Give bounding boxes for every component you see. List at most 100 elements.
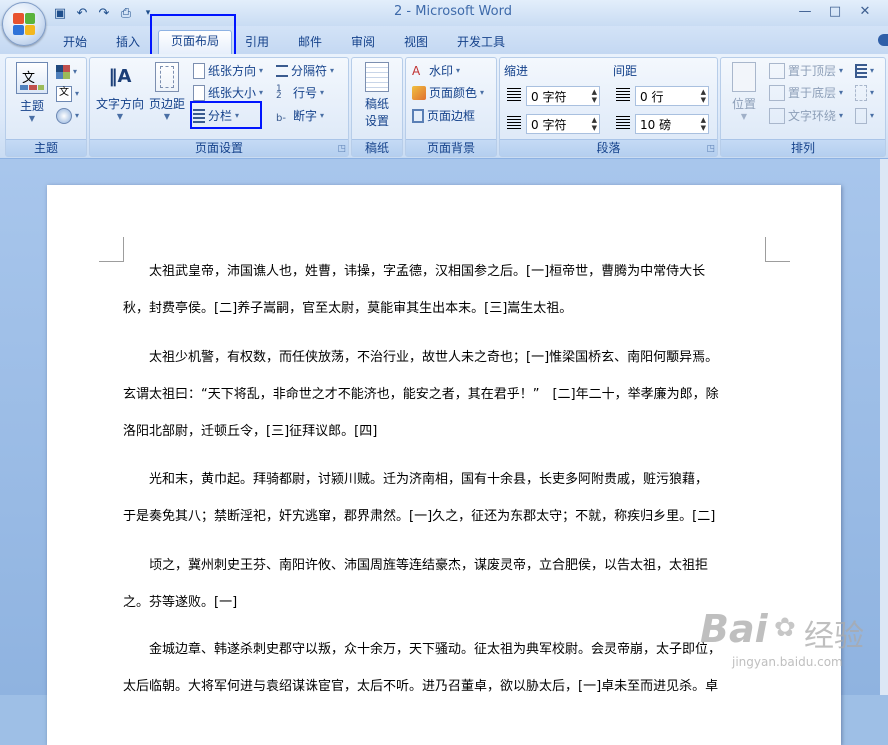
corner-mark-top-left [99, 237, 124, 262]
chevron-down-icon: ▾ [320, 111, 325, 120]
minimize-button[interactable]: — [790, 2, 820, 22]
text-line: 太后临朝。大将军何进与袁绍谋诛宦官，太后不听。进乃召董卓，欲以胁太后，[一]卓未… [123, 679, 719, 694]
spacing-after-input[interactable]: 10 磅 ▲ ▼ [635, 114, 709, 134]
spacing-after-icon [616, 116, 630, 130]
manuscript-paper-icon [365, 62, 389, 92]
margins-button[interactable]: 页边距 ▼ [146, 62, 188, 121]
line-numbers-icon: 12 [276, 84, 282, 101]
page-setup-launcher-icon[interactable]: ◳ [337, 144, 346, 154]
text-line: 秋，封费亭侯。[二]养子嵩嗣，官至太尉，莫能审其生出本末。[三]嵩生太祖。 [123, 301, 573, 316]
tab-view[interactable]: 视图 [396, 32, 436, 54]
columns-label: 分栏 [208, 109, 233, 123]
paper-settings-label-1: 稿纸 [364, 97, 389, 111]
spacing-before-value: 0 行 [640, 90, 664, 104]
group-themes-label: 主题 [6, 139, 86, 156]
margins-label: 页边距 [148, 97, 185, 111]
paper-size-icon [193, 85, 205, 101]
indent-right-input[interactable]: 0 字符 ▲ ▼ [526, 114, 600, 134]
text-direction-icon: ‖A [108, 66, 132, 87]
chevron-down-icon: ▼ [740, 112, 748, 121]
indent-left-value: 0 字符 [531, 90, 567, 104]
orientation-button[interactable]: 纸张方向 ▾ [193, 61, 263, 81]
spinner-arrows-icon[interactable]: ▲ ▼ [592, 88, 597, 104]
text-wrapping-label: 文字环绕 [788, 109, 837, 123]
rotate-icon [855, 108, 867, 124]
spacing-before-input[interactable]: 0 行 ▲ ▼ [635, 86, 709, 106]
bring-to-front-label: 置于顶层 [788, 64, 837, 78]
ribbon-tabs: 开始 插入 页面布局 引用 邮件 审阅 视图 开发工具 [0, 26, 888, 55]
watermark-button[interactable]: A 水印 ▾ [412, 61, 460, 81]
orientation-icon [193, 63, 205, 79]
tab-developer[interactable]: 开发工具 [450, 32, 512, 54]
themes-button-label: 主题 [19, 99, 44, 113]
text-line: 金城边章、韩遂杀刺史郡守以叛，众十余万，天下骚动。征太祖为典军校尉。会灵帝崩，太… [149, 642, 722, 657]
chevron-down-icon: ▾ [320, 88, 325, 97]
office-logo-icon [13, 13, 35, 35]
breaks-button[interactable]: 分隔符 ▾ [276, 61, 334, 81]
paragraph-3[interactable]: 光和末，黄巾起。拜骑都尉，讨颍川贼。迁为济南相，国有十余县，长吏多阿附贵戚，赃污… [123, 461, 765, 535]
spinner-arrows-icon[interactable]: ▲ ▼ [701, 116, 706, 132]
line-numbers-label: 行号 [293, 86, 318, 100]
text-direction-button[interactable]: ‖A 文字方向 ▼ [93, 62, 147, 121]
page-color-label: 页面颜色 [429, 86, 478, 100]
chevron-down-icon: ▾ [235, 111, 240, 120]
send-to-back-icon [769, 85, 785, 101]
chevron-down-icon: ▾ [839, 66, 844, 75]
group-paragraph-label: 段落 [500, 139, 717, 156]
text-wrapping-button[interactable]: 文字环绕 ▾ [769, 106, 843, 126]
window-controls: — □ ✕ [790, 2, 880, 22]
tab-page-layout[interactable]: 页面布局 [158, 30, 232, 55]
spinner-arrows-icon[interactable]: ▲ ▼ [701, 88, 706, 104]
help-icon[interactable] [878, 34, 888, 46]
align-button[interactable]: ▾ [855, 61, 874, 81]
hyphenation-button[interactable]: b- 断字 ▾ [276, 106, 324, 126]
position-button[interactable]: 位置 ▼ [724, 62, 764, 121]
paw-icon: ✿ [774, 613, 796, 643]
line-numbers-button[interactable]: 12 行号 ▾ [276, 83, 324, 103]
text-line: 太祖少机警，有权数，而任侠放荡，不治行业，故世人未之奇也；[一]惟梁国桥玄、南阳… [149, 350, 719, 365]
tab-home[interactable]: 开始 [55, 32, 95, 54]
paragraph-5[interactable]: 金城边章、韩遂杀刺史郡守以叛，众十余万，天下骚动。征太祖为典军校尉。会灵帝崩，太… [123, 631, 765, 705]
indent-left-input[interactable]: 0 字符 ▲ ▼ [526, 86, 600, 106]
paragraph-launcher-icon[interactable]: ◳ [706, 144, 715, 154]
tab-review[interactable]: 审阅 [343, 32, 383, 54]
indent-right-value: 0 字符 [531, 118, 567, 132]
group-objects-button[interactable]: ▾ [855, 83, 874, 103]
close-button[interactable]: ✕ [850, 2, 880, 22]
paragraph-2[interactable]: 太祖少机警，有权数，而任侠放荡，不治行业，故世人未之奇也；[一]惟梁国桥玄、南阳… [123, 339, 765, 450]
paper-settings-button[interactable]: 稿纸 设置 [355, 62, 399, 129]
spacing-title: 间距 [613, 64, 638, 78]
tab-mailings[interactable]: 邮件 [290, 32, 330, 54]
text-line: 太祖武皇帝，沛国谯人也，姓曹，讳操，字孟德，汉相国参之后。[一]桓帝世，曹腾为中… [149, 264, 706, 279]
spinner-arrows-icon[interactable]: ▲ ▼ [592, 116, 597, 132]
paragraph-4[interactable]: 顷之，冀州刺史王芬、南阳许攸、沛国周旌等连结豪杰，谋废灵帝，立合肥侯，以告太祖，… [123, 547, 765, 621]
spacing-after-value: 10 磅 [640, 118, 672, 132]
group-arrange-label: 排列 [721, 139, 885, 156]
bring-to-front-icon [769, 63, 785, 79]
watermark-brand: Bai [700, 607, 768, 651]
paragraph-1[interactable]: 太祖武皇帝，沛国谯人也，姓曹，讳操，字孟德，汉相国参之后。[一]桓帝世，曹腾为中… [123, 253, 765, 327]
theme-colors-button[interactable]: ▾ [56, 62, 77, 82]
size-label: 纸张大小 [208, 86, 257, 100]
document-workspace[interactable]: 太祖武皇帝，沛国谯人也，姓曹，讳操，字孟德，汉相国参之后。[一]桓帝世，曹腾为中… [0, 159, 888, 745]
send-to-back-button[interactable]: 置于底层 ▾ [769, 83, 843, 103]
office-button[interactable] [2, 2, 46, 46]
baidu-watermark: Bai ✿ 经验 jingyan.baidu.com [700, 599, 888, 695]
ribbon: 文 主题 ▼ ▾ 文 ▾ ▾ 主题 ‖A 文字方向 ▼ 页边距 ▼ 纸张方向 ▾… [0, 54, 888, 159]
maximize-button[interactable]: □ [820, 2, 850, 22]
size-button[interactable]: 纸张大小 ▾ [193, 83, 263, 103]
page-color-icon [412, 86, 426, 100]
chevron-down-icon: ▼ [163, 112, 171, 121]
columns-button[interactable]: 分栏 ▾ [193, 106, 239, 126]
page-color-button[interactable]: 页面颜色 ▾ [412, 83, 484, 103]
rotate-button[interactable]: ▾ [855, 106, 874, 126]
tab-references[interactable]: 引用 [237, 32, 277, 54]
themes-button[interactable]: 文 主题 ▼ [10, 62, 54, 123]
indent-left-icon [507, 88, 521, 102]
tab-insert[interactable]: 插入 [108, 32, 148, 54]
theme-effects-button[interactable]: ▾ [56, 106, 79, 126]
watermark-brand-cn: 经验 [804, 619, 864, 654]
page-borders-button[interactable]: 页面边框 [412, 106, 475, 126]
theme-fonts-button[interactable]: 文 ▾ [56, 84, 79, 104]
bring-to-front-button[interactable]: 置于顶层 ▾ [769, 61, 843, 81]
